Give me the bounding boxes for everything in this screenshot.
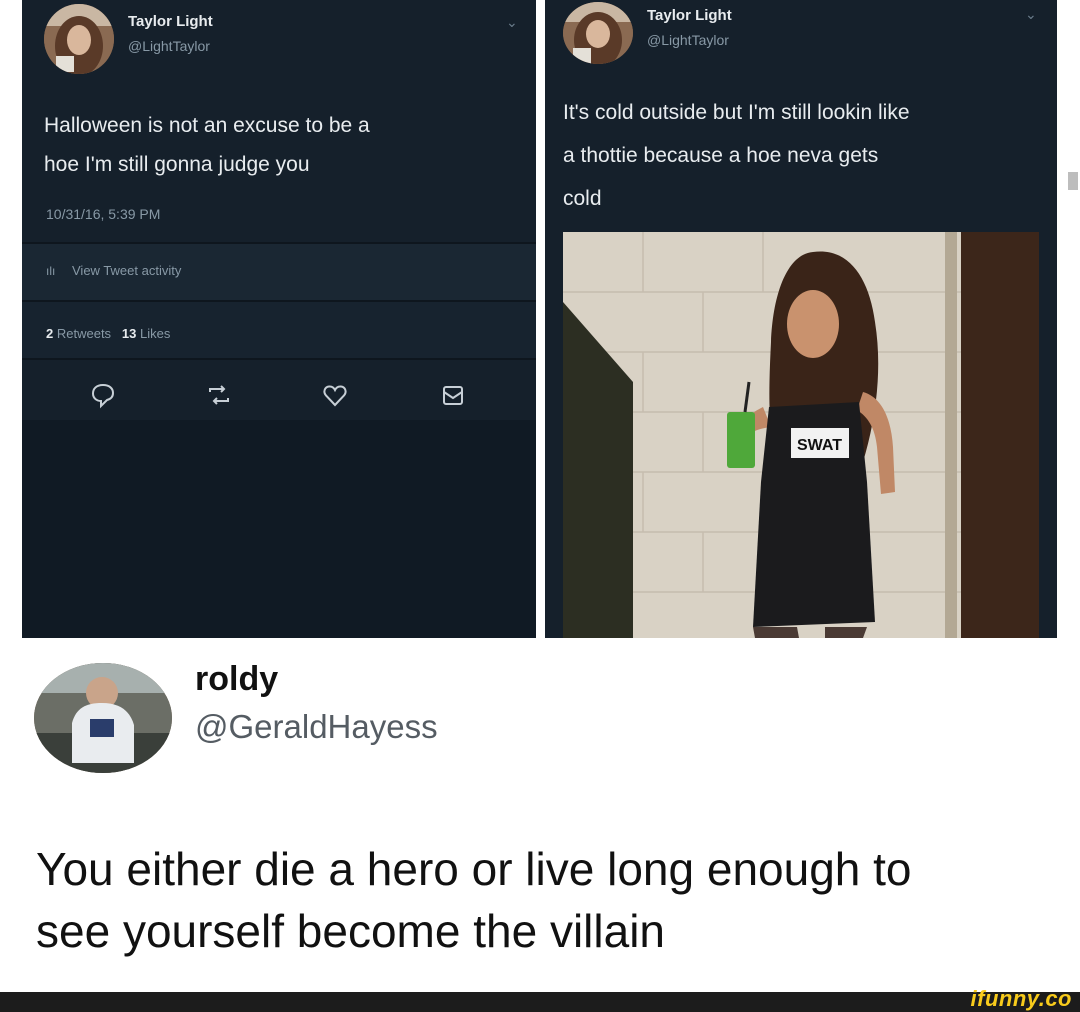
chevron-down-icon[interactable]: ⌄	[1025, 6, 1037, 23]
taylor-avatar[interactable]	[44, 4, 114, 74]
quote-text-line: see yourself become the villain	[36, 905, 665, 957]
retweets-count[interactable]: 2	[46, 326, 53, 341]
tweet-author-handle[interactable]: @LightTaylor	[647, 32, 729, 48]
tweet-timestamp: 10/31/16, 5:39 PM	[46, 206, 161, 222]
cup-text: SWAT	[797, 437, 842, 454]
tweet-text-line: cold	[563, 187, 602, 210]
quote-tweet-text: You either die a hero or live long enoug…	[36, 838, 1076, 962]
activity-row[interactable]: ılı View Tweet activity	[22, 244, 536, 300]
tweet-author-handle[interactable]: @LightTaylor	[128, 38, 210, 54]
quote-author-name[interactable]: roldy	[195, 660, 278, 699]
view-activity-link[interactable]: View Tweet activity	[72, 263, 181, 278]
tweet-text-line: a thottie because a hoe neva gets	[563, 144, 879, 167]
bar-chart-icon: ılı	[46, 264, 56, 278]
speech-bubble-icon[interactable]	[88, 380, 118, 410]
divider	[22, 358, 536, 360]
retweets-label[interactable]: Retweets	[57, 326, 111, 341]
tweet-photo[interactable]: SWAT	[563, 232, 1039, 638]
retweet-icon[interactable]	[204, 380, 234, 410]
envelope-icon[interactable]	[438, 380, 468, 410]
tweet-text-line: Halloween is not an excuse to be a	[44, 114, 370, 137]
engagement-stats: 2 Retweets 13 Likes	[46, 326, 170, 341]
heart-icon[interactable]	[320, 380, 350, 410]
tweet-text-line: hoe I'm still gonna judge you	[44, 153, 310, 176]
scrollbar-thumb[interactable]	[1068, 172, 1078, 190]
likes-label[interactable]: Likes	[140, 326, 170, 341]
chevron-down-icon[interactable]: ⌄	[506, 14, 518, 31]
taylor-avatar[interactable]	[563, 2, 633, 64]
footer-bar	[0, 992, 1080, 1012]
empty-area	[22, 420, 536, 638]
ifunny-watermark: ifunny.co	[970, 986, 1072, 1011]
roldy-avatar[interactable]	[34, 663, 172, 773]
tweet-author-name[interactable]: Taylor Light	[647, 7, 732, 24]
stats-row: 2 Retweets 13 Likes	[22, 302, 536, 358]
tweet-author-name[interactable]: Taylor Light	[128, 13, 213, 30]
quote-text-line: You either die a hero or live long enoug…	[36, 843, 912, 895]
right-tweet-panel: Taylor Light @LightTaylor ⌄ It's cold ou…	[545, 0, 1057, 638]
likes-count[interactable]: 13	[122, 326, 136, 341]
left-tweet-panel: Taylor Light @LightTaylor ⌄ Halloween is…	[22, 0, 536, 638]
tweet-text-line: It's cold outside but I'm still lookin l…	[563, 101, 910, 124]
quote-author-handle[interactable]: @GeraldHayess	[195, 708, 438, 746]
